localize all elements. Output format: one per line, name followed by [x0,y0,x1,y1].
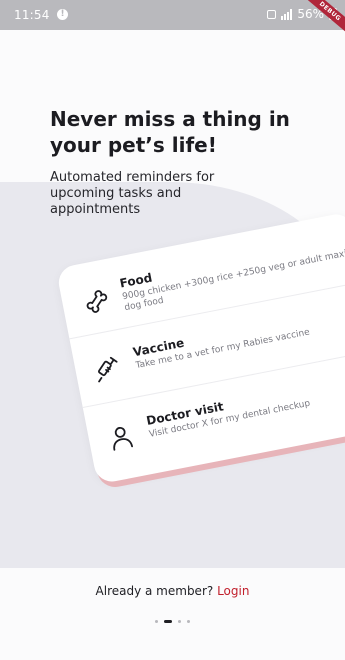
status-time: 11:54 [14,8,50,22]
member-prompt-line: Already a member? Login [0,584,345,598]
page-dot[interactable] [187,620,190,623]
member-prompt: Already a member? [95,584,214,598]
bone-icon [86,290,108,313]
page-subtitle: Automated reminders for upcoming tasks a… [50,170,215,217]
page-title: Never miss a thing in your pet’s life! [50,107,290,157]
login-link[interactable]: Login [217,584,249,598]
camera-icon [267,9,277,19]
syringe-icon [98,356,118,383]
alert-icon: ! [57,9,68,20]
page-dot[interactable] [155,620,158,623]
page-dot-active[interactable] [164,620,172,623]
page-dot[interactable] [178,620,181,623]
signal-icon [281,8,293,20]
status-bar: 11:54 ! 56% DEBUG [0,0,345,39]
page-indicator [0,620,345,623]
person-icon [113,426,133,451]
